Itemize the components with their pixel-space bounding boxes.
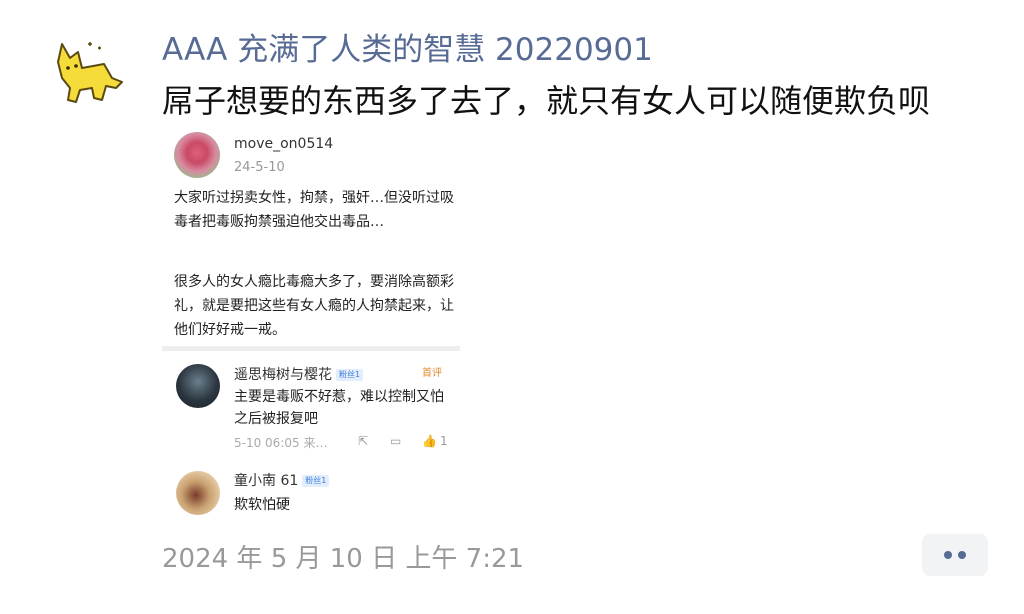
comment-name: 遥思梅树与樱花 粉丝1 xyxy=(234,364,364,384)
more-button[interactable] xyxy=(922,534,988,576)
comment-time: 5-10 06:05 来… xyxy=(234,436,328,450)
divider xyxy=(162,346,460,351)
comment-avatar xyxy=(176,364,220,408)
share-icon: ⇱ xyxy=(358,434,369,448)
comment-name: 童小南 61 粉丝1 xyxy=(234,470,330,490)
post-timestamp: 2024 年 5 月 10 日 上午 7:21 xyxy=(162,544,525,574)
comment-avatar xyxy=(176,471,220,515)
image-paragraph-1: 大家听过拐卖女性，拘禁，强奸…但没听过吸毒者把毒贩拘禁强迫他交出毒品… xyxy=(174,190,454,230)
comment-name-text: 童小南 61 xyxy=(234,473,299,489)
first-comment-label: 首评 xyxy=(422,368,442,379)
thumbs-up-icon: 👍 xyxy=(422,434,437,448)
user-avatar[interactable] xyxy=(52,38,128,108)
fan-badge: 粉丝1 xyxy=(336,369,364,381)
cat-icon xyxy=(57,42,123,103)
post-image[interactable]: move_on0514 24-5-10 大家听过拐卖女性，拘禁，强奸…但没听过吸… xyxy=(162,124,460,524)
fan-badge: 粉丝1 xyxy=(302,475,330,487)
comment-name-text: 遥思梅树与樱花 xyxy=(234,367,332,383)
post-text: 屌子想要的东西多了去了，就只有女人可以随便欺负呗 xyxy=(162,82,931,120)
comment-text: 主要是毒贩不好惹，难以控制又怕之后被报复吧 xyxy=(234,389,444,427)
image-post-date: 24-5-10 xyxy=(234,160,285,175)
image-author-name: move_on0514 xyxy=(234,136,334,152)
image-paragraph-2: 很多人的女人瘾比毒瘾大多了，要消除高额彩礼，就是要把这些有女人瘾的人拘禁起来，让… xyxy=(174,274,454,338)
comment-text: 欺软怕硬 xyxy=(234,497,290,513)
image-author-avatar xyxy=(174,132,220,178)
comment-icon: ▭ xyxy=(390,434,402,448)
like-count: 1 xyxy=(440,434,448,448)
post-username[interactable]: AAA 充满了人类的智慧 20220901 xyxy=(162,24,653,69)
